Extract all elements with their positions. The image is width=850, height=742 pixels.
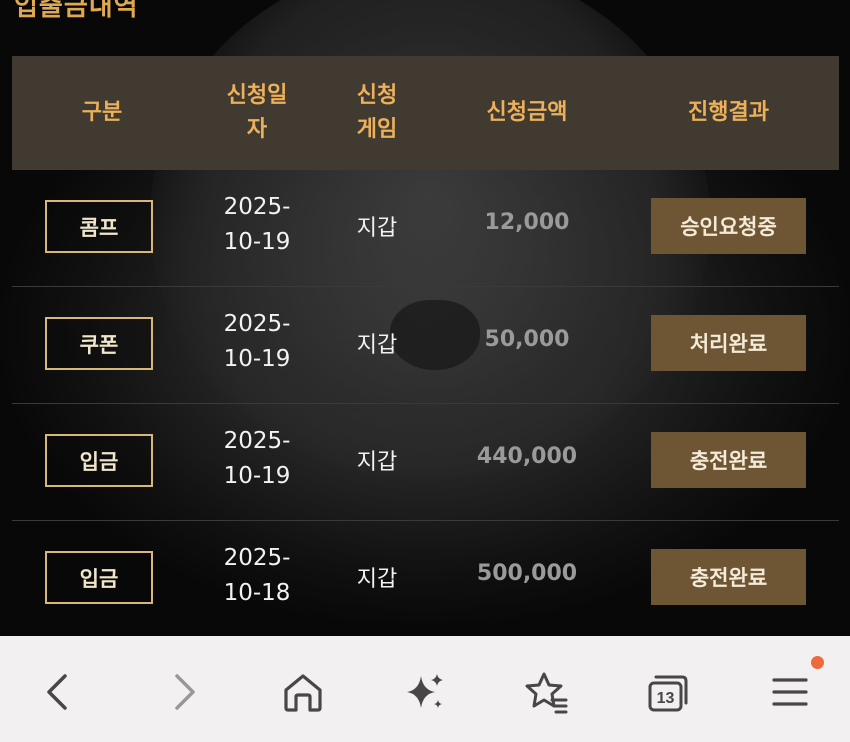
header-result: 진행결과 bbox=[651, 56, 806, 170]
back-button[interactable] bbox=[29, 662, 89, 722]
header-date-line2: 자 bbox=[246, 117, 268, 142]
header-game: 신청 게임 bbox=[337, 56, 417, 170]
header-result-label: 진행결과 bbox=[688, 100, 769, 125]
request-game: 지갑 bbox=[356, 333, 398, 358]
ai-assistant-button[interactable] bbox=[395, 662, 455, 722]
forward-icon bbox=[175, 674, 195, 710]
type-badge: 입금 bbox=[45, 434, 153, 487]
bookmarks-button[interactable] bbox=[516, 662, 576, 722]
date-line2: 10-19 bbox=[223, 229, 291, 255]
page-content: 입출금내역 구분 신청일 자 신청 게임 신청금액 진행결과 콤프 2025- … bbox=[0, 0, 850, 636]
menu-button[interactable] bbox=[760, 662, 820, 722]
tab-count: 13 bbox=[657, 690, 675, 707]
header-amount-label: 신청금액 bbox=[486, 100, 568, 125]
sparkle-icon bbox=[407, 674, 443, 708]
header-date-line1: 신청일 bbox=[226, 83, 288, 108]
home-button[interactable] bbox=[273, 662, 333, 722]
bookmarks-icon bbox=[525, 672, 568, 714]
table-row[interactable]: 쿠폰 2025- 10-19 지갑 50,000 처리완료 bbox=[12, 287, 839, 404]
header-date: 신청일 자 bbox=[202, 56, 312, 170]
header-type: 구분 bbox=[52, 56, 152, 170]
request-amount: 440,000 bbox=[476, 444, 578, 469]
request-date: 2025- 10-19 bbox=[202, 307, 312, 377]
tabs-button[interactable]: 13 bbox=[638, 662, 698, 722]
tabs-icon: 13 bbox=[648, 675, 688, 712]
home-icon bbox=[284, 674, 322, 712]
back-icon bbox=[47, 674, 67, 710]
forward-button[interactable] bbox=[153, 662, 213, 722]
request-amount: 12,000 bbox=[484, 210, 570, 235]
date-line2: 10-18 bbox=[223, 580, 291, 606]
request-date: 2025- 10-19 bbox=[202, 424, 312, 494]
status-badge: 충전완료 bbox=[651, 549, 806, 605]
date-line1: 2025- bbox=[223, 428, 291, 454]
table-row[interactable]: 콤프 2025- 10-19 지갑 12,000 승인요청중 bbox=[12, 170, 839, 287]
menu-icon bbox=[772, 678, 808, 706]
menu-notification-dot bbox=[811, 656, 824, 669]
table-row[interactable]: 입금 2025- 10-19 지갑 440,000 충전완료 bbox=[12, 404, 839, 521]
date-line1: 2025- bbox=[223, 311, 291, 337]
date-line2: 10-19 bbox=[223, 346, 291, 372]
browser-bottom-bar: 13 bbox=[0, 636, 850, 742]
date-line2: 10-19 bbox=[223, 463, 291, 489]
type-badge: 콤프 bbox=[45, 200, 153, 253]
date-line1: 2025- bbox=[223, 194, 291, 220]
status-badge: 승인요청중 bbox=[651, 198, 806, 254]
table-header: 구분 신청일 자 신청 게임 신청금액 진행결과 bbox=[12, 56, 839, 170]
request-game: 지갑 bbox=[356, 450, 398, 475]
request-date: 2025- 10-19 bbox=[202, 190, 312, 260]
type-badge: 입금 bbox=[45, 551, 153, 604]
header-type-label: 구분 bbox=[81, 100, 123, 125]
table-row[interactable]: 입금 2025- 10-18 지갑 500,000 충전완료 bbox=[12, 521, 839, 636]
header-game-line2: 게임 bbox=[356, 117, 398, 142]
header-amount: 신청금액 bbox=[452, 56, 602, 170]
header-game-line1: 신청 bbox=[356, 83, 398, 108]
request-game: 지갑 bbox=[356, 216, 398, 241]
request-amount: 50,000 bbox=[484, 327, 570, 352]
status-badge: 충전완료 bbox=[651, 432, 806, 488]
type-badge: 쿠폰 bbox=[45, 317, 153, 370]
request-game: 지갑 bbox=[356, 567, 398, 592]
status-badge: 처리완료 bbox=[651, 315, 806, 371]
page-title: 입출금내역 bbox=[14, 0, 139, 22]
request-amount: 500,000 bbox=[476, 561, 578, 586]
request-date: 2025- 10-18 bbox=[202, 541, 312, 611]
date-line1: 2025- bbox=[223, 545, 291, 571]
